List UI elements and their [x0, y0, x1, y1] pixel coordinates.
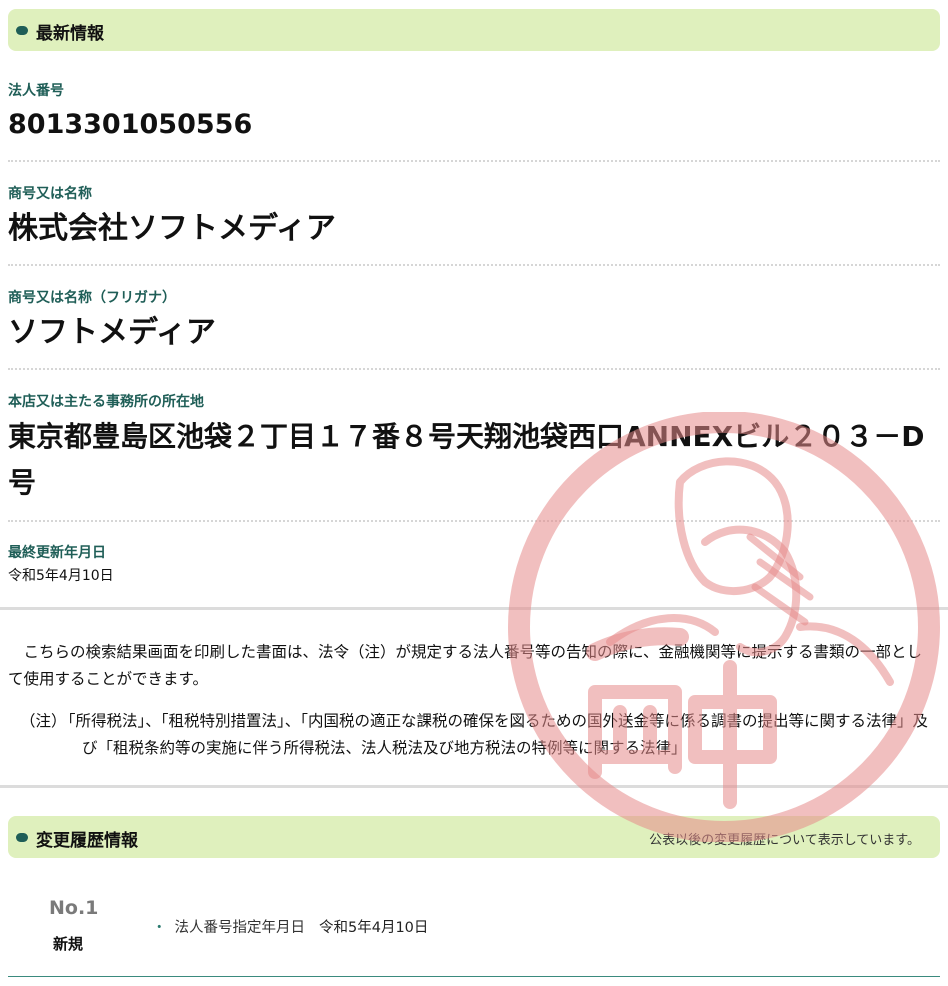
latest-info-header: 最新情報 [8, 9, 940, 51]
law-note: （注） 「所得税法」、「租税特別措置法」、「内国税の適正な課税の確保を図るための… [20, 708, 940, 762]
print-notice: こちらの検索結果画面を印刷した書面は、法令（注）が規定する法人番号等の告知の際に… [8, 643, 923, 689]
history-item-label: 法人番号指定年月日 [174, 920, 306, 936]
history-entry-kind: 新規 [53, 935, 84, 953]
address-label: 本店又は主たる事務所の所在地 [8, 394, 204, 410]
section-title: 最新情報 [36, 24, 104, 44]
law-note-text: 「所得税法」、「租税特別措置法」、「内国税の適正な課税の確保を図るための国外送金… [60, 712, 929, 758]
section-bullet-icon [16, 26, 28, 35]
last-updated-label: 最終更新年月日 [8, 545, 106, 561]
section-separator [0, 607, 948, 610]
divider [8, 520, 940, 522]
corporate-number-label: 法人番号 [8, 83, 64, 99]
history-bottom-line [8, 976, 940, 977]
divider [8, 368, 940, 370]
trade-name-kana-value: ソフトメディア [8, 315, 216, 350]
last-updated-value: 令和5年4月10日 [8, 568, 114, 584]
corporate-number-value: 8013301050556 [8, 109, 253, 140]
divider [8, 160, 940, 162]
section-bullet-icon [16, 833, 28, 842]
bullet-icon: ・ [152, 920, 167, 936]
divider [8, 264, 940, 266]
history-item-value: 令和5年4月10日 [319, 920, 429, 936]
trade-name-value: 株式会社ソフトメディア [8, 211, 336, 246]
section-separator [0, 785, 948, 788]
history-note: 公表以後の変更履歴について表示しています。 [649, 833, 920, 848]
section-title: 変更履歴情報 [36, 831, 138, 851]
history-entry-detail: ・法人番号指定年月日 令和5年4月10日 [152, 916, 428, 937]
trade-name-label: 商号又は名称 [8, 186, 92, 202]
trade-name-kana-label: 商号又は名称（フリガナ） [8, 290, 176, 306]
address-value: 東京都豊島区池袋２丁目１７番８号天翔池袋西口ANNEXビル２０３－D号 [8, 420, 925, 499]
law-note-prefix: （注） [20, 712, 67, 730]
history-entry-number: No.1 [49, 897, 99, 919]
history-header: 変更履歴情報 公表以後の変更履歴について表示しています。 [8, 816, 940, 858]
